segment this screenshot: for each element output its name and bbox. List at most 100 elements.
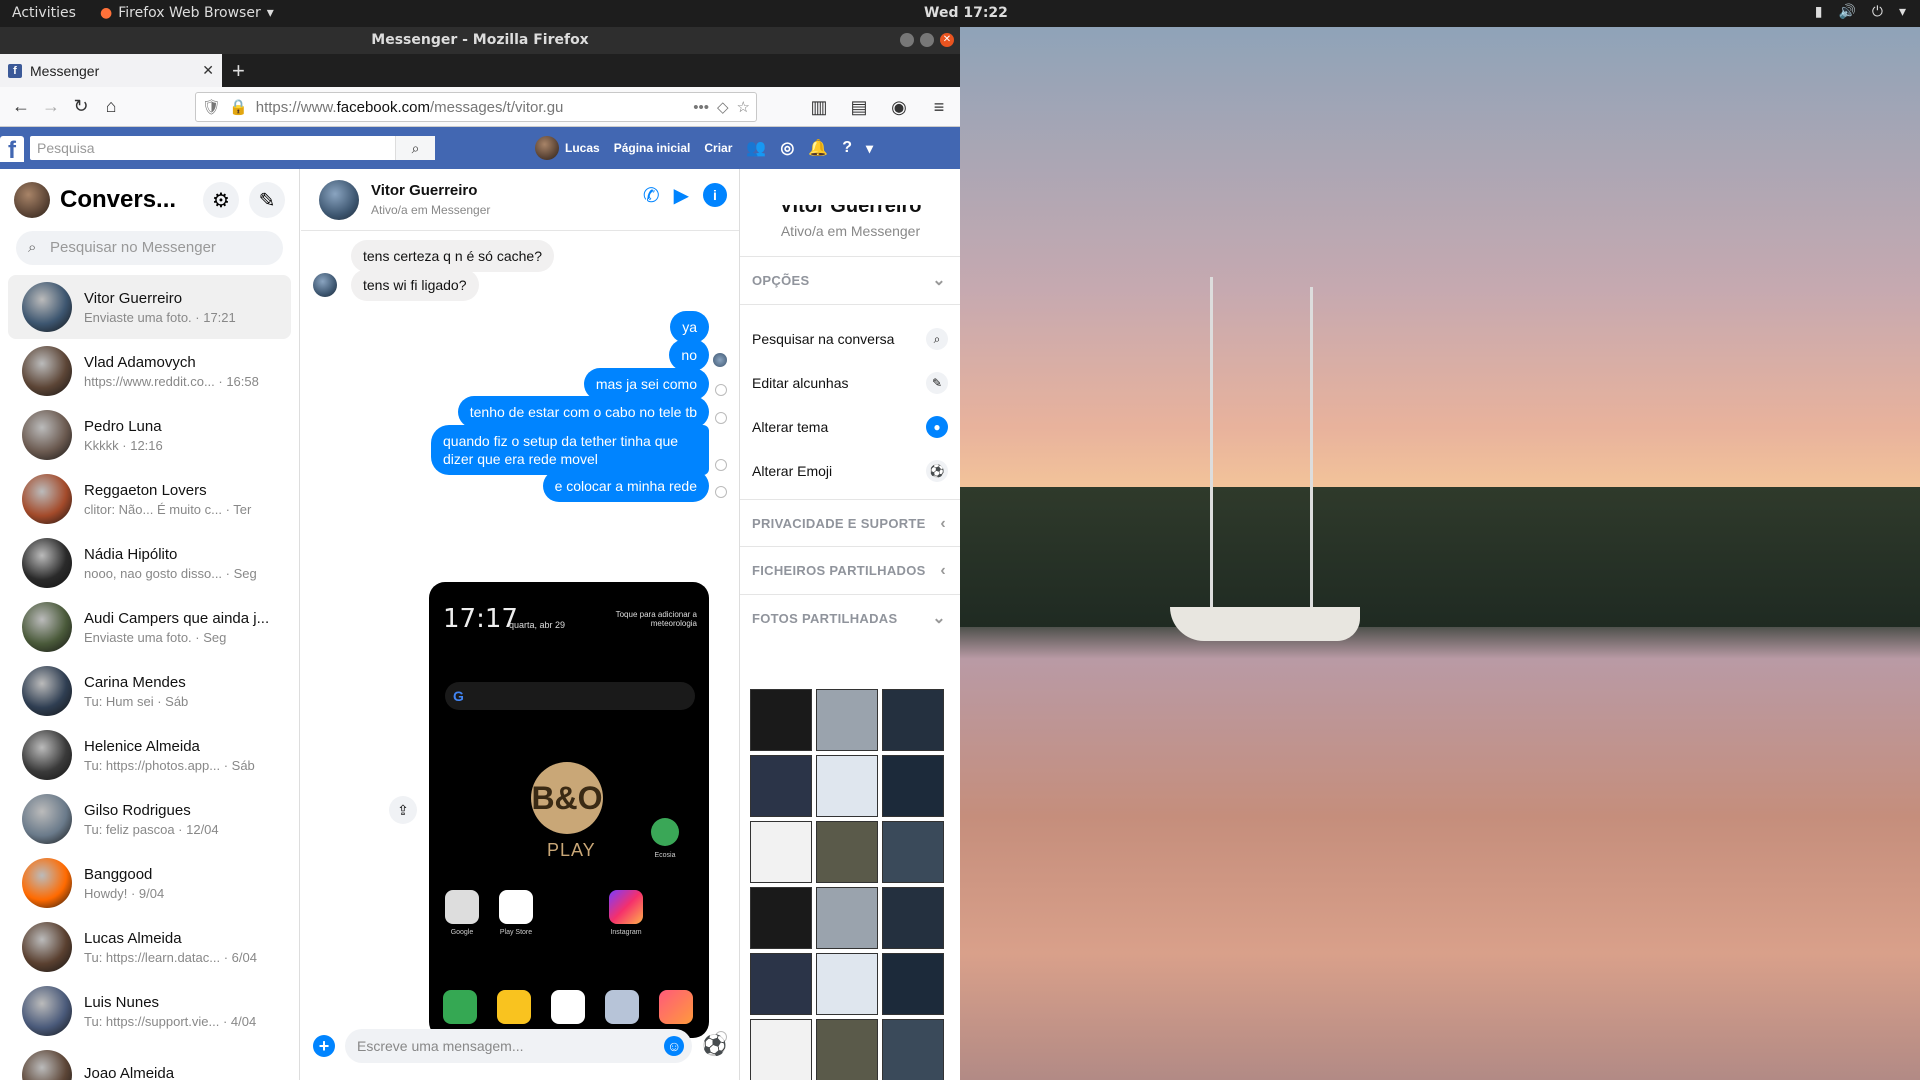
- maximize-button[interactable]: [920, 33, 934, 47]
- notifications-icon[interactable]: 🔔: [808, 138, 828, 158]
- incoming-message[interactable]: tens certeza q n é só cache?: [351, 240, 554, 272]
- shared-photo-thumbnail[interactable]: [882, 887, 944, 949]
- chevron-down-icon[interactable]: ▾: [866, 140, 873, 157]
- conversation-item[interactable]: Pedro Luna Kkkkk · 12:16: [8, 403, 291, 467]
- info-icon[interactable]: i: [703, 183, 727, 207]
- photos-section-header[interactable]: FOTOS PARTILHADAS ⌄: [740, 595, 960, 643]
- conversation-item[interactable]: Reggaeton Lovers clitor: Não... É muito c…: [8, 467, 291, 531]
- conversation-item[interactable]: Vitor Guerreiro Enviaste uma foto. · 17:2…: [8, 275, 291, 339]
- shared-photo-thumbnail[interactable]: [816, 689, 878, 751]
- contact-name[interactable]: Vitor Guerreiro: [371, 182, 490, 199]
- reload-button[interactable]: ↻: [66, 92, 96, 122]
- search-in-conversation-option[interactable]: Pesquisar na conversa ⌕: [740, 317, 960, 361]
- conversation-item[interactable]: Lucas Almeida Tu: https://learn.datac... …: [8, 915, 291, 979]
- conversation-item[interactable]: Joao Almeida: [8, 1043, 291, 1080]
- outgoing-message[interactable]: tenho de estar com o cabo no tele tb: [457, 396, 709, 428]
- lock-icon[interactable]: 🔒: [229, 98, 248, 116]
- shared-photo-thumbnail[interactable]: [882, 755, 944, 817]
- forward-button[interactable]: →: [36, 92, 66, 122]
- conversation-name: Vitor Guerreiro: [84, 289, 183, 307]
- conversation-item[interactable]: Gilso Rodrigues Tu: feliz pascoa · 12/04: [8, 787, 291, 851]
- clock[interactable]: Wed 17:22: [924, 5, 1008, 21]
- share-icon[interactable]: ⇪: [389, 796, 417, 824]
- message-input[interactable]: Escreve uma mensagem... ☺: [345, 1028, 693, 1063]
- settings-gear-icon[interactable]: ⚙: [203, 182, 239, 218]
- shared-photo-thumbnail[interactable]: [750, 953, 812, 1015]
- account-icon[interactable]: ◉: [884, 92, 914, 122]
- home-button[interactable]: ⌂: [96, 92, 126, 122]
- shared-photo-thumbnail[interactable]: [750, 887, 812, 949]
- profile-link[interactable]: Lucas: [565, 141, 600, 155]
- conversation-item[interactable]: Nádia Hipólito nooo, nao gosto disso... ·…: [8, 531, 291, 595]
- facebook-logo-icon[interactable]: f: [0, 136, 24, 164]
- conversation-item[interactable]: Carina Mendes Tu: Hum sei · Sáb: [8, 659, 291, 723]
- shield-icon[interactable]: 🛡: [202, 98, 221, 116]
- shared-photo[interactable]: 17:17 quarta, abr 29 Toque para adiciona…: [429, 582, 709, 1038]
- shared-photo-thumbnail[interactable]: [816, 755, 878, 817]
- soccer-ball-icon[interactable]: ⚽: [702, 1033, 727, 1058]
- shared-photo-thumbnail[interactable]: [750, 821, 812, 883]
- privacy-section-header[interactable]: PRIVACIDADE E SUPORTE ‹: [740, 499, 960, 547]
- conversation-item[interactable]: Banggood Howdy! · 9/04: [8, 851, 291, 915]
- edit-nicknames-option[interactable]: Editar alcunhas ✎: [740, 361, 960, 405]
- url-bar[interactable]: 🛡 🔒 https://www.facebook.com/messages/t/…: [195, 92, 757, 122]
- shared-photo-thumbnail[interactable]: [750, 755, 812, 817]
- conversation-item[interactable]: Helenice Almeida Tu: https://photos.app..…: [8, 723, 291, 787]
- shared-photo-thumbnail[interactable]: [816, 1019, 878, 1080]
- facebook-search-input[interactable]: Pesquisa ⌕: [30, 136, 435, 160]
- activities-button[interactable]: Activities: [12, 5, 76, 21]
- close-button[interactable]: ✕: [940, 33, 954, 47]
- incoming-message[interactable]: tens wi fi ligado?: [351, 269, 479, 301]
- new-tab-button[interactable]: +: [232, 58, 245, 84]
- library-icon[interactable]: ▥: [804, 92, 834, 122]
- messenger-icon[interactable]: ◎: [780, 138, 794, 158]
- sidebar-icon[interactable]: ▤: [844, 92, 874, 122]
- change-theme-option[interactable]: Alterar tema ●: [740, 405, 960, 449]
- messenger-search-input[interactable]: ⌕ Pesquisar no Messenger: [16, 231, 283, 265]
- add-attachment-icon[interactable]: +: [313, 1034, 335, 1057]
- app-menu[interactable]: ● Firefox Web Browser ▾: [100, 5, 274, 21]
- conversation-item[interactable]: Vlad Adamovych https://www.reddit.co... ·…: [8, 339, 291, 403]
- create-link[interactable]: Criar: [704, 141, 732, 155]
- search-icon[interactable]: ⌕: [395, 136, 435, 160]
- emoji-icon[interactable]: ☺: [664, 1035, 685, 1056]
- pocket-icon[interactable]: ◇: [717, 98, 729, 116]
- back-button[interactable]: ←: [6, 92, 36, 122]
- shared-photo-thumbnail[interactable]: [750, 1019, 812, 1080]
- video-call-icon[interactable]: ▶: [674, 183, 689, 208]
- outgoing-message[interactable]: e colocar a minha rede: [542, 470, 709, 502]
- window-controls: ✕: [900, 33, 954, 47]
- shared-photo-thumbnail[interactable]: [882, 821, 944, 883]
- shared-photo-thumbnail[interactable]: [882, 953, 944, 1015]
- outgoing-message[interactable]: no: [669, 339, 709, 371]
- shared-photo-thumbnail[interactable]: [882, 1019, 944, 1080]
- shared-photo-thumbnail[interactable]: [816, 821, 878, 883]
- outgoing-message[interactable]: quando fiz o setup da tether tinha que d…: [431, 425, 709, 475]
- avatar[interactable]: [14, 182, 50, 218]
- shared-photo-thumbnail[interactable]: [816, 953, 878, 1015]
- page-actions-icon[interactable]: •••: [693, 99, 709, 116]
- phone-call-icon[interactable]: ✆: [643, 183, 660, 208]
- new-message-icon[interactable]: ✎: [249, 182, 285, 218]
- user-avatar[interactable]: [535, 136, 559, 160]
- change-emoji-option[interactable]: Alterar Emoji ⚽: [740, 449, 960, 493]
- minimize-button[interactable]: [900, 33, 914, 47]
- menu-icon[interactable]: ≡: [924, 92, 954, 122]
- conversation-item[interactable]: Audi Campers que ainda j... Enviaste uma …: [8, 595, 291, 659]
- bookmark-star-icon[interactable]: ☆: [737, 98, 750, 116]
- home-link[interactable]: Página inicial: [614, 141, 691, 155]
- wallpaper-mast: [1310, 287, 1313, 617]
- conversation-snippet: Kkkkk · 12:16: [84, 437, 163, 453]
- close-tab-icon[interactable]: ✕: [202, 62, 214, 79]
- tab-messenger[interactable]: f Messenger ✕: [0, 54, 222, 87]
- friends-icon[interactable]: 👥: [746, 138, 766, 158]
- shared-photo-thumbnail[interactable]: [750, 689, 812, 751]
- system-tray[interactable]: ▮ 🔊 ⏻ ▾: [1815, 4, 1906, 20]
- shared-photo-thumbnail[interactable]: [882, 689, 944, 751]
- contact-avatar[interactable]: [319, 179, 359, 220]
- conversation-item[interactable]: Luis Nunes Tu: https://support.vie... · 4…: [8, 979, 291, 1043]
- options-section-header[interactable]: OPÇÕES ⌄: [740, 257, 960, 305]
- help-icon[interactable]: ?: [842, 139, 852, 157]
- files-section-header[interactable]: FICHEIROS PARTILHADOS ‹: [740, 547, 960, 595]
- shared-photo-thumbnail[interactable]: [816, 887, 878, 949]
